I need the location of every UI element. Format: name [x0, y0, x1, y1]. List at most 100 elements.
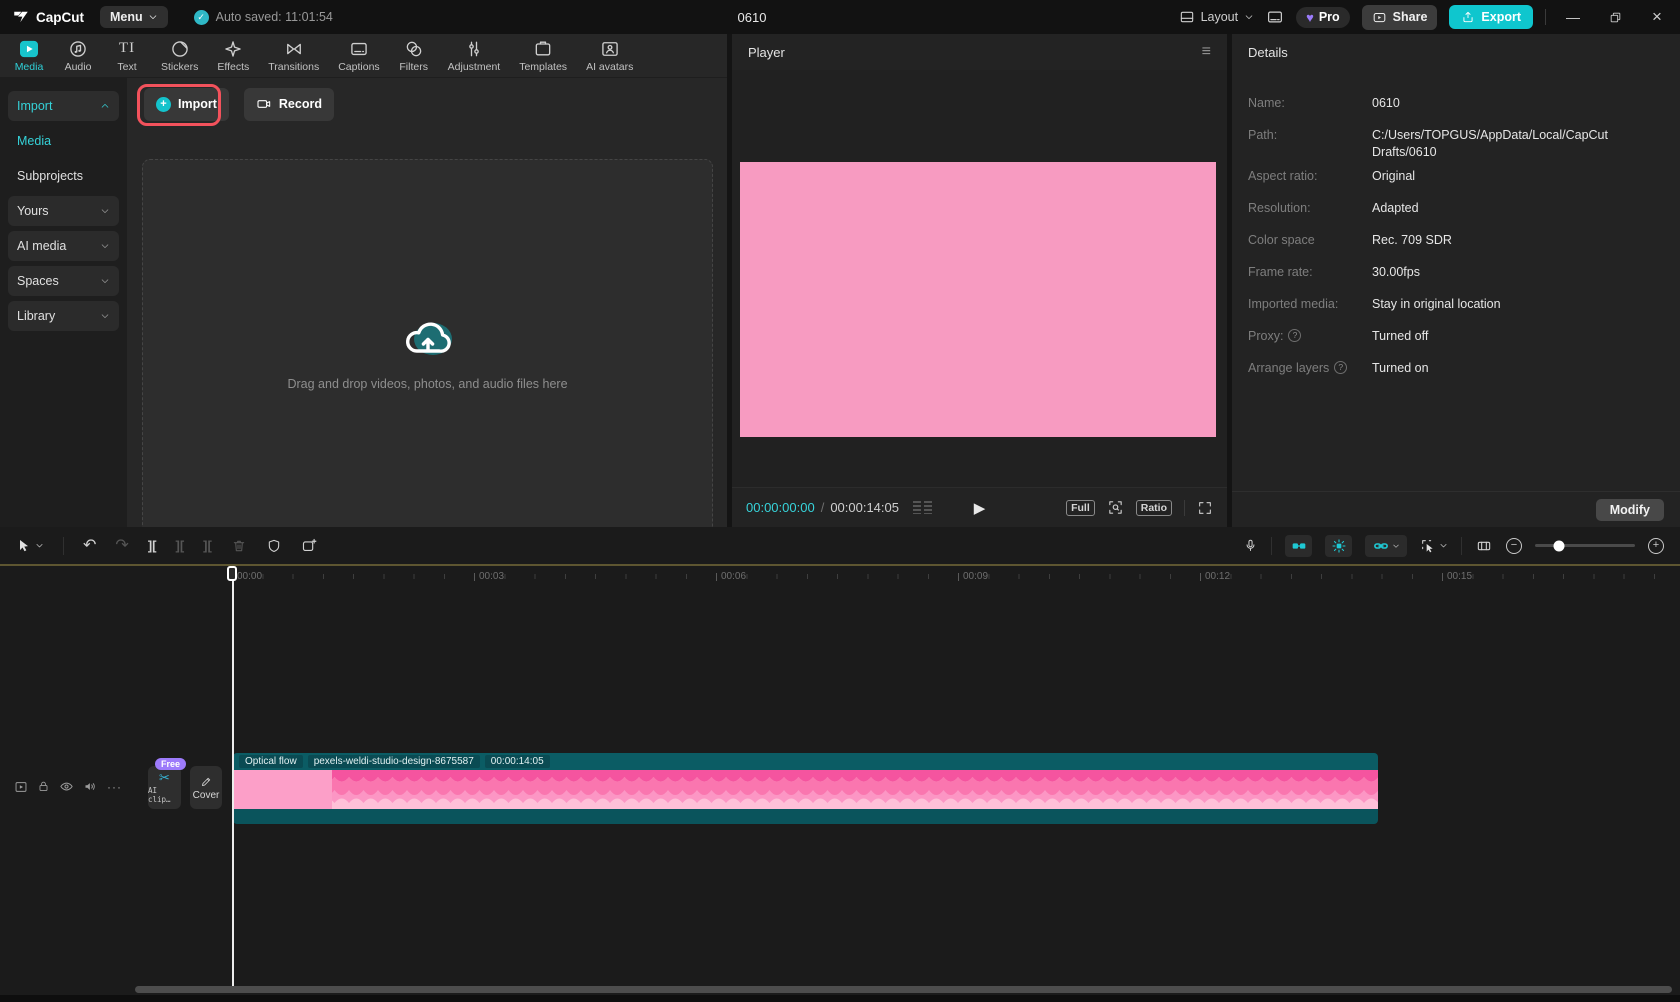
ai-clip-button[interactable]: ✂ AI clip… [148, 766, 181, 809]
preview-zoom-icon[interactable] [1107, 499, 1124, 516]
dropzone-hint: Drag and drop videos, photos, and audio … [287, 377, 568, 391]
main-track-magnet-toggle[interactable] [1285, 534, 1312, 557]
panel-toggle-button[interactable] [1266, 8, 1284, 26]
redo-button[interactable]: ↷ [115, 537, 128, 554]
link-icon [1374, 542, 1388, 549]
ratio-button[interactable]: Ratio [1135, 499, 1172, 516]
timeline-ruler[interactable]: 00:00 00:03 00:06 00:09 00:12 00:15 [0, 566, 1680, 590]
info-icon[interactable]: ? [1288, 329, 1302, 342]
chevron-down-icon [1440, 544, 1447, 548]
media-dropzone[interactable]: Drag and drop videos, photos, and audio … [142, 159, 713, 547]
filmstrip-zoom-icon [1477, 541, 1491, 550]
video-clip[interactable]: Optical flow pexels-weldi-studio-design-… [233, 753, 1378, 824]
detail-row-resolution: Resolution: Adapted [1248, 201, 1419, 215]
fullscreen-icon[interactable] [1197, 500, 1213, 516]
player-controls: 00:00:00:00 / 00:00:14:05 ▶ Full Ratio [732, 487, 1227, 527]
tab-templates[interactable]: Templates [519, 39, 567, 73]
voiceover-button[interactable] [1243, 538, 1258, 553]
media-icon [19, 39, 39, 59]
sidebar-item-media[interactable]: Media [8, 126, 119, 156]
delete-right-button[interactable]: ][ [203, 538, 212, 553]
split-button[interactable]: ][ [148, 538, 157, 553]
sidebar-item-subprojects[interactable]: Subprojects [8, 161, 119, 191]
speaker-icon[interactable] [83, 779, 98, 794]
add-marker-button[interactable] [301, 537, 318, 554]
export-icon [1463, 11, 1473, 23]
text-icon: TI [118, 40, 136, 56]
modify-button[interactable]: Modify [1595, 498, 1664, 521]
tab-stickers[interactable]: Stickers [161, 39, 198, 73]
optical-flow-badge: Optical flow [239, 755, 303, 768]
timeline-horizontal-scrollbar[interactable] [135, 986, 1672, 993]
pro-badge[interactable]: ♥ Pro [1296, 6, 1350, 28]
sidebar-item-ai-media[interactable]: AI media [8, 231, 119, 261]
cursor-icon [20, 539, 28, 551]
cover-button[interactable]: Cover [190, 766, 222, 809]
tab-captions[interactable]: Captions [338, 39, 380, 73]
tab-filters[interactable]: Filters [399, 39, 429, 73]
delete-button[interactable] [231, 538, 247, 554]
tab-media[interactable]: Media [14, 39, 44, 73]
tab-transitions[interactable]: Transitions [268, 39, 319, 73]
playhead-line [232, 566, 234, 986]
info-icon[interactable]: ? [1334, 361, 1348, 374]
track-header: ··· [14, 779, 122, 794]
import-button[interactable]: + Import [144, 87, 229, 121]
sidebar-item-spaces[interactable]: Spaces [8, 266, 119, 296]
zoom-slider-handle[interactable] [1553, 540, 1565, 551]
sidebar-item-library[interactable]: Library [8, 301, 119, 331]
minimize-button[interactable]: — [1558, 2, 1588, 32]
eye-icon[interactable] [59, 779, 74, 794]
restore-button[interactable] [1600, 2, 1630, 32]
full-screen-mode-button[interactable]: Full [1066, 499, 1095, 516]
layout-button[interactable]: Layout [1179, 9, 1255, 25]
share-button[interactable]: Share [1361, 4, 1438, 30]
layout-icon [1180, 11, 1193, 23]
tab-ai-avatars[interactable]: AI avatars [586, 39, 633, 73]
chevron-down-icon [36, 544, 43, 548]
delete-left-button[interactable]: ][ [175, 538, 184, 553]
plus-icon: + [156, 96, 171, 112]
select-mode-dropdown[interactable] [1420, 538, 1448, 554]
track-more-icon[interactable]: ··· [107, 780, 122, 794]
autosave-text: Auto saved: 11:01:54 [215, 10, 333, 24]
details-title: Details [1248, 44, 1288, 60]
toolbar-divider [1271, 536, 1272, 555]
sidebar-item-yours[interactable]: Yours [8, 196, 119, 226]
ripple-burst-icon [1331, 538, 1346, 553]
capcut-logo: CapCut [12, 8, 84, 26]
tab-text[interactable]: TI Text [112, 39, 142, 73]
ruler-tick: 00:03 [474, 571, 504, 582]
close-button[interactable]: × [1642, 2, 1672, 32]
zoom-out-button[interactable]: − [1506, 537, 1522, 554]
zoom-in-button[interactable]: + [1648, 537, 1664, 554]
tab-effects[interactable]: Effects [217, 39, 249, 73]
undo-button[interactable]: ↶ [83, 537, 96, 554]
sidebar-item-import[interactable]: Import [8, 91, 119, 121]
templates-icon [533, 39, 553, 59]
linked-selection-toggle[interactable] [1365, 534, 1407, 557]
chevron-down-icon [100, 241, 110, 251]
timeline-zoom-slider[interactable] [1535, 540, 1635, 551]
duration-timecode: 00:00:14:05 [830, 500, 899, 515]
frame-view-icon[interactable] [913, 501, 932, 514]
select-tool-button[interactable] [16, 538, 44, 554]
auto-ripple-toggle[interactable] [1325, 534, 1352, 557]
record-button[interactable]: Record [243, 87, 334, 121]
chevron-down-icon [1392, 542, 1400, 550]
scissors-icon: ✂ [159, 770, 170, 785]
timeline-preview-button[interactable] [1475, 538, 1493, 554]
lock-icon[interactable] [37, 780, 50, 793]
tab-audio[interactable]: Audio [63, 39, 93, 73]
playhead-handle[interactable] [227, 566, 237, 581]
menu-button[interactable]: Menu [100, 6, 168, 28]
mask-button[interactable] [266, 538, 282, 554]
project-title: 0610 [737, 9, 767, 25]
check-icon: ✓ [193, 9, 209, 25]
export-button[interactable]: Export [1449, 5, 1533, 29]
tab-adjustment[interactable]: Adjustment [448, 39, 500, 73]
play-button[interactable]: ▶ [974, 499, 986, 517]
player-menu-icon[interactable]: ≡ [1202, 43, 1211, 61]
cursor-select-icon [1422, 539, 1433, 552]
video-preview[interactable] [740, 162, 1216, 437]
